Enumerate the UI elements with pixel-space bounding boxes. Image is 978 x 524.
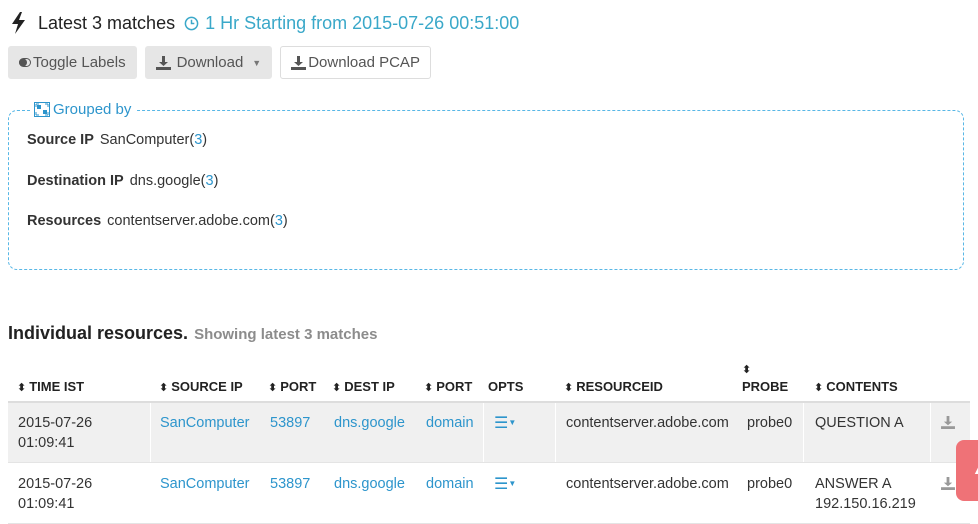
column-header-dest-port[interactable]: ⬍ PORT — [424, 379, 472, 394]
cell-source-ip-link[interactable]: SanComputer — [160, 474, 249, 494]
download-icon — [291, 55, 307, 70]
group-icon — [34, 102, 50, 117]
sort-icon: ⬍ — [17, 382, 27, 394]
table-row: 2015-07-26 01:09:41 SanComputer 53897 dns… — [8, 403, 970, 463]
group-count-link[interactable]: 3 — [194, 132, 202, 148]
column-header-source-ip[interactable]: ⬍ SOURCE IP — [159, 379, 243, 394]
cell-source-port-link[interactable]: 53897 — [270, 474, 310, 494]
cell-dest-port-link[interactable]: domain — [426, 474, 474, 494]
group-value: dns.google — [129, 173, 201, 189]
time-range-text: 1 Hr Starting from 2015-07-26 00:51:00 — [205, 12, 520, 33]
toggle-labels-label: Toggle Labels — [33, 54, 126, 71]
group-count-link[interactable]: 3 — [205, 173, 213, 189]
cell-time: 2015-07-26 01:09:41 — [18, 415, 93, 451]
cell-resourceid: contentserver.adobe.com — [566, 476, 729, 492]
group-value: contentserver.adobe.com — [107, 213, 270, 229]
group-resources: Resources contentserver.adobe.com(3) — [27, 213, 288, 229]
list-menu-icon[interactable]: ☰▼ — [494, 413, 516, 434]
grouped-by-panel: Grouped by Source IP SanComputer(3) Desti… — [8, 101, 964, 270]
download-pcap-button[interactable]: Download PCAP — [280, 46, 431, 79]
time-range: 1 Hr Starting from 2015-07-26 00:51:00 — [184, 13, 519, 34]
column-header-probe[interactable]: PROBE — [742, 379, 788, 394]
group-count-link[interactable]: 3 — [275, 213, 283, 229]
toggle-labels-button[interactable]: Toggle Labels — [8, 46, 137, 79]
section-title: Individual resources. Showing latest 3 ma… — [8, 323, 377, 344]
list-menu-icon[interactable]: ☰▼ — [494, 474, 516, 495]
download-icon[interactable] — [941, 477, 955, 490]
download-icon[interactable] — [941, 416, 955, 429]
sort-icon: ⬍ — [268, 382, 278, 394]
group-label: Destination IP — [27, 173, 124, 189]
grouped-by-legend: Grouped by — [31, 101, 137, 118]
sort-icon: ⬍ — [564, 382, 574, 394]
sort-icon: ⬍ — [742, 364, 752, 376]
bolt-icon — [12, 12, 25, 34]
toolbar: Toggle Labels Download ▼ Download PCAP — [8, 46, 431, 79]
sort-icon: ⬍ — [159, 382, 169, 394]
section-title-text: Individual resources. — [8, 323, 189, 343]
column-header-opts: OPTS — [488, 379, 524, 394]
column-header-time[interactable]: ⬍ TIME IST — [17, 379, 84, 394]
column-header-contents[interactable]: ⬍ CONTENTS — [814, 379, 898, 394]
download-label: Download — [176, 54, 244, 71]
chevron-down-icon: ▼ — [252, 57, 262, 68]
group-value: SanComputer — [99, 132, 190, 148]
cell-dest-ip-link[interactable]: dns.google — [334, 474, 405, 494]
download-icon — [155, 55, 171, 70]
page-header: Latest 3 matches 1 Hr Starting from 2015… — [10, 12, 519, 34]
cell-time: 2015-07-26 01:09:41 — [18, 476, 93, 512]
group-destination-ip: Destination IP dns.google(3) — [27, 173, 219, 189]
column-header-probe-sort[interactable]: ⬍ — [742, 361, 754, 376]
cell-probe: probe0 — [747, 415, 793, 431]
chevron-up-icon: ▲ — [972, 461, 978, 477]
download-dropdown-button[interactable]: Download ▼ — [144, 46, 273, 79]
cell-source-ip-link[interactable]: SanComputer — [160, 413, 249, 433]
section-subtitle: Showing latest 3 matches — [194, 326, 378, 343]
cell-dest-port-link[interactable]: domain — [426, 413, 474, 433]
cell-dest-ip-link[interactable]: dns.google — [334, 413, 405, 433]
download-pcap-label: Download PCAP — [308, 54, 420, 71]
column-header-resourceid[interactable]: ⬍ RESOURCEID — [564, 379, 663, 394]
sort-icon: ⬍ — [814, 382, 824, 394]
cell-resourceid: contentserver.adobe.com — [566, 415, 729, 431]
sort-icon: ⬍ — [424, 382, 434, 394]
group-label: Resources — [27, 213, 102, 229]
column-header-dest-ip[interactable]: ⬍ DEST IP — [332, 379, 395, 394]
toggle-icon — [19, 58, 31, 67]
sort-icon: ⬍ — [332, 382, 342, 394]
cell-probe: probe0 — [747, 476, 793, 492]
group-source-ip: Source IP SanComputer(3) — [27, 132, 208, 148]
page-title: Latest 3 matches — [38, 12, 176, 33]
cell-contents: QUESTION A — [815, 415, 904, 431]
grouped-by-label: Grouped by — [53, 101, 132, 118]
group-label: Source IP — [27, 132, 94, 148]
column-header-source-port[interactable]: ⬍ PORT — [268, 379, 316, 394]
cell-contents: ANSWER A 192.150.16.219 — [815, 476, 916, 512]
clock-icon — [184, 16, 199, 30]
table-row: 2015-07-26 01:09:41 SanComputer 53897 dns… — [8, 464, 970, 524]
cell-source-port-link[interactable]: 53897 — [270, 413, 310, 433]
floating-side-button[interactable]: ▲ — [956, 440, 978, 501]
